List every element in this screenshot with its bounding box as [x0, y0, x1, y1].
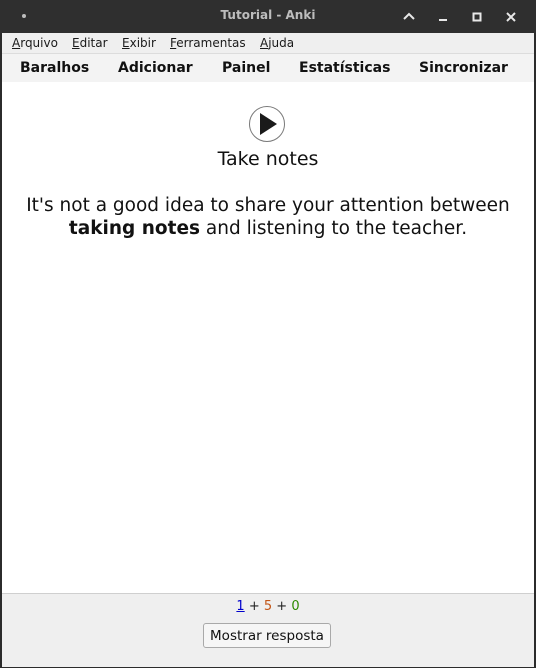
menu-arquivo[interactable]: Arquivo — [12, 36, 58, 50]
new-count: 1 — [236, 599, 245, 614]
chevron-up-icon[interactable] — [398, 6, 420, 28]
app-window: Tutorial - Anki Arquivo Editar Exibir Fe… — [0, 0, 536, 668]
menu-ferramentas[interactable]: Ferramentas — [170, 36, 246, 50]
card-front-text: It's not a good idea to share your atten… — [26, 195, 510, 239]
card-bold-phrase: taking notes — [68, 218, 201, 239]
menu-ajuda[interactable]: Ajuda — [260, 36, 294, 50]
learning-count: 5 — [263, 599, 273, 614]
toolbar-decks-link[interactable]: Baralhos — [20, 60, 89, 76]
plus-sign: + — [248, 599, 260, 614]
title-bar[interactable]: Tutorial - Anki — [0, 0, 536, 33]
due-counts: 1 + 5 + 0 — [2, 599, 534, 614]
close-icon[interactable] — [500, 6, 522, 28]
main-area: Arquivo Editar Exibir Ferramentas Ajuda … — [2, 33, 534, 667]
menu-exibir[interactable]: Exibir — [122, 36, 156, 50]
show-answer-button[interactable]: Mostrar resposta — [203, 623, 331, 648]
toolbar-browse-link[interactable]: Painel — [222, 60, 270, 76]
menu-bar: Arquivo Editar Exibir Ferramentas Ajuda — [2, 33, 534, 53]
review-count: 0 — [291, 599, 300, 614]
minimize-icon[interactable] — [432, 6, 454, 28]
bottom-bar: 1 + 5 + 0 Mostrar resposta — [2, 593, 534, 667]
maximize-icon[interactable] — [466, 6, 488, 28]
card-content: Take notes It's not a good idea to share… — [2, 82, 534, 593]
card-front-title: Take notes — [217, 148, 319, 170]
toolbar-add-link[interactable]: Adicionar — [118, 60, 193, 76]
menu-editar[interactable]: Editar — [72, 36, 108, 50]
plus-sign: + — [276, 599, 288, 614]
play-audio-icon[interactable] — [249, 106, 285, 142]
window-title: Tutorial - Anki — [220, 8, 316, 22]
top-toolbar: Baralhos Adicionar Painel Estatísticas S… — [2, 53, 534, 83]
toolbar-stats-link[interactable]: Estatísticas — [299, 60, 390, 76]
toolbar-sync-link[interactable]: Sincronizar — [419, 60, 508, 76]
